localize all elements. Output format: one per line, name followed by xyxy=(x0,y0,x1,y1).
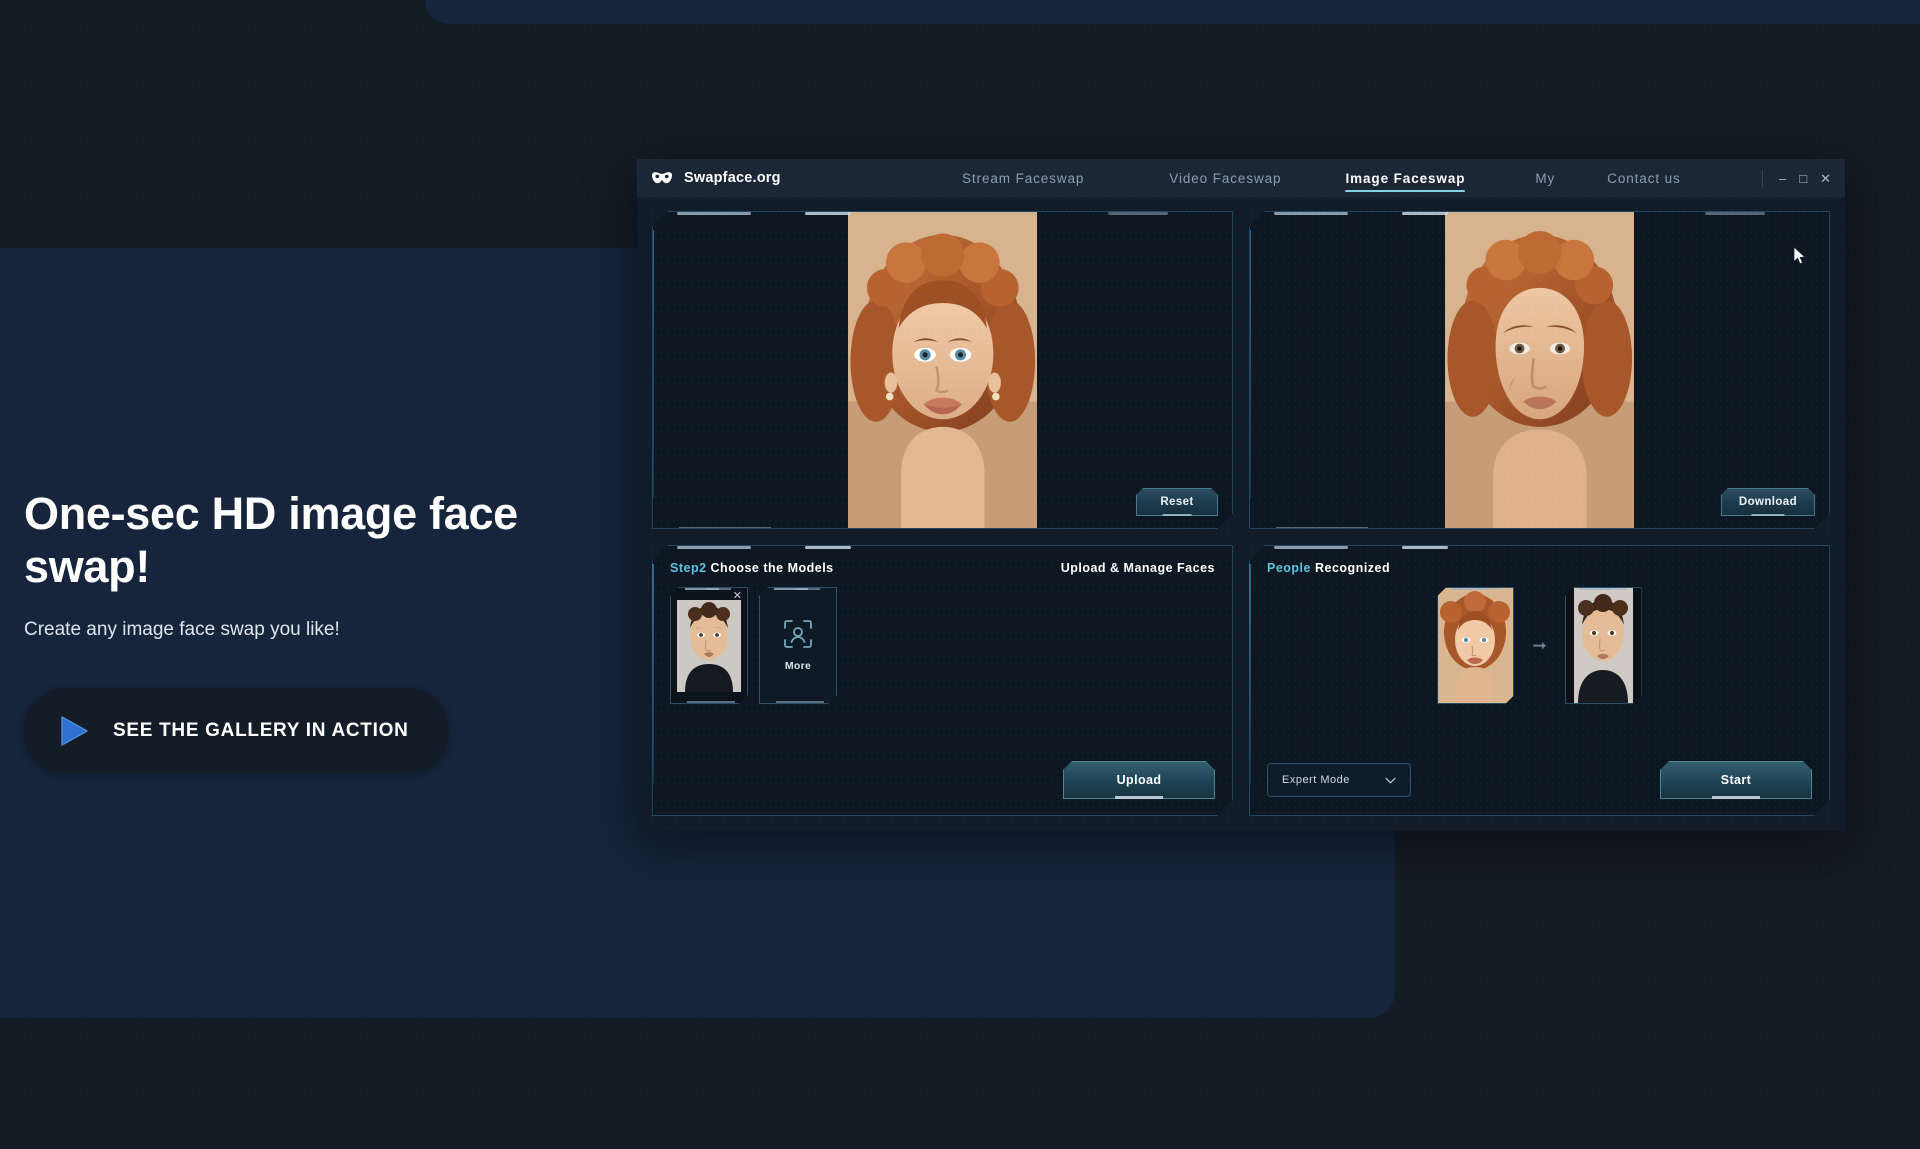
recognized-panel-title: People Recognized xyxy=(1267,561,1390,575)
tile-corner-highlight xyxy=(707,588,731,590)
nav-item-contact-us[interactable]: Contact us xyxy=(1607,162,1681,195)
panel-edge-accent xyxy=(652,230,654,498)
model-tile[interactable]: ✕ xyxy=(670,587,748,704)
panel-corner-highlight xyxy=(1274,212,1348,215)
panel-corner-highlight xyxy=(805,212,851,215)
see-gallery-button[interactable]: SEE THE GALLERY IN ACTION xyxy=(24,688,449,775)
models-panel-title: Step2 Choose the Models xyxy=(670,561,834,575)
remove-model-icon[interactable]: ✕ xyxy=(733,591,742,602)
tile-corner-highlight xyxy=(776,701,824,703)
page-title: One-sec HD image face swap! xyxy=(24,488,518,593)
mode-select[interactable]: Expert Mode xyxy=(1267,763,1411,797)
nav-item-image-faceswap[interactable]: Image Faceswap xyxy=(1345,162,1466,195)
chevron-down-icon xyxy=(1385,777,1396,784)
app-nav: Stream Faceswap Video Faceswap Image Fac… xyxy=(894,162,1762,195)
recognized-face-pair: ➞ xyxy=(1250,575,1829,704)
more-tile-label: More xyxy=(784,660,812,672)
recognized-target-face[interactable] xyxy=(1565,587,1642,704)
background-band-top xyxy=(425,0,1920,24)
nav-item-stream-faceswap[interactable]: Stream Faceswap xyxy=(962,162,1084,195)
panel-corner-highlight xyxy=(1402,212,1448,215)
hero-subtitle: Create any image face swap you like! xyxy=(24,619,340,641)
panel-edge-accent xyxy=(679,527,771,529)
nav-item-my[interactable]: My xyxy=(1535,162,1555,195)
see-gallery-label: SEE THE GALLERY IN ACTION xyxy=(113,720,409,742)
models-panel-header: Step2 Choose the Models Upload & Manage … xyxy=(653,546,1232,575)
panel-corner-highlight xyxy=(1705,212,1765,215)
panel-corner-highlight xyxy=(677,212,751,215)
models-panel-actions: Upload xyxy=(653,761,1232,799)
choose-models-panel: Step2 Choose the Models Upload & Manage … xyxy=(652,545,1233,816)
mode-select-value: Expert Mode xyxy=(1282,774,1350,786)
mask-icon xyxy=(652,172,672,184)
play-icon xyxy=(61,716,88,746)
recognized-label: Recognized xyxy=(1314,561,1391,575)
panel-corner-highlight xyxy=(1108,212,1168,215)
panel-edge-accent xyxy=(1249,230,1251,498)
model-thumbnail-image xyxy=(677,600,741,692)
result-portrait-image xyxy=(1445,212,1635,528)
tile-corner-highlight xyxy=(687,701,735,703)
recognized-panel-header: People Recognized xyxy=(1250,546,1829,575)
start-button[interactable]: Start xyxy=(1660,761,1812,799)
hero-section: One-sec HD image face swap! Create any i… xyxy=(24,487,644,775)
recognized-panel-actions: Expert Mode Start xyxy=(1250,761,1829,799)
download-button[interactable]: Download xyxy=(1721,488,1815,516)
nav-item-video-faceswap[interactable]: Video Faceswap xyxy=(1169,162,1281,195)
window-controls: – □ ✕ xyxy=(1762,169,1831,187)
people-label: People xyxy=(1267,561,1311,575)
result-image-panel: Download xyxy=(1249,211,1830,529)
source-portrait-image xyxy=(848,212,1038,528)
app-brand[interactable]: Swapface.org xyxy=(651,170,894,186)
app-titlebar: Swapface.org Stream Faceswap Video Faces… xyxy=(637,159,1845,197)
models-title-text: Choose the Models xyxy=(710,561,834,575)
arrow-right-icon: ➞ xyxy=(1532,635,1547,655)
model-tiles: ✕ More xyxy=(653,575,1232,704)
panel-edge-accent xyxy=(1276,527,1368,529)
step-label: Step2 xyxy=(670,561,707,575)
reset-button[interactable]: Reset xyxy=(1136,488,1218,516)
maximize-icon[interactable]: □ xyxy=(1799,172,1807,185)
recognized-source-thumbnail xyxy=(1438,588,1513,703)
recognized-source-face[interactable] xyxy=(1437,587,1514,704)
app-brand-name: Swapface.org xyxy=(684,170,781,186)
frame-corner-highlight xyxy=(1477,588,1499,590)
mouse-cursor xyxy=(1793,246,1806,265)
more-models-tile[interactable]: More xyxy=(759,587,837,704)
recognized-target-thumbnail xyxy=(1566,588,1641,703)
upload-button[interactable]: Upload xyxy=(1063,761,1215,799)
tile-corner-highlight xyxy=(796,588,820,590)
face-scan-icon xyxy=(783,619,813,649)
people-recognized-panel: People Recognized ➞ Expert Mode Start xyxy=(1249,545,1830,816)
minimize-icon[interactable]: – xyxy=(1779,172,1786,185)
source-image-panel: Reset xyxy=(652,211,1233,529)
upload-manage-faces-link[interactable]: Upload & Manage Faces xyxy=(1061,561,1215,575)
swapface-app-window: Swapface.org Stream Faceswap Video Faces… xyxy=(637,159,1845,831)
frame-corner-highlight xyxy=(1605,588,1627,590)
close-icon[interactable]: ✕ xyxy=(1820,172,1831,185)
app-workspace: Reset Download Step2 Choose the Models U… xyxy=(637,197,1845,831)
